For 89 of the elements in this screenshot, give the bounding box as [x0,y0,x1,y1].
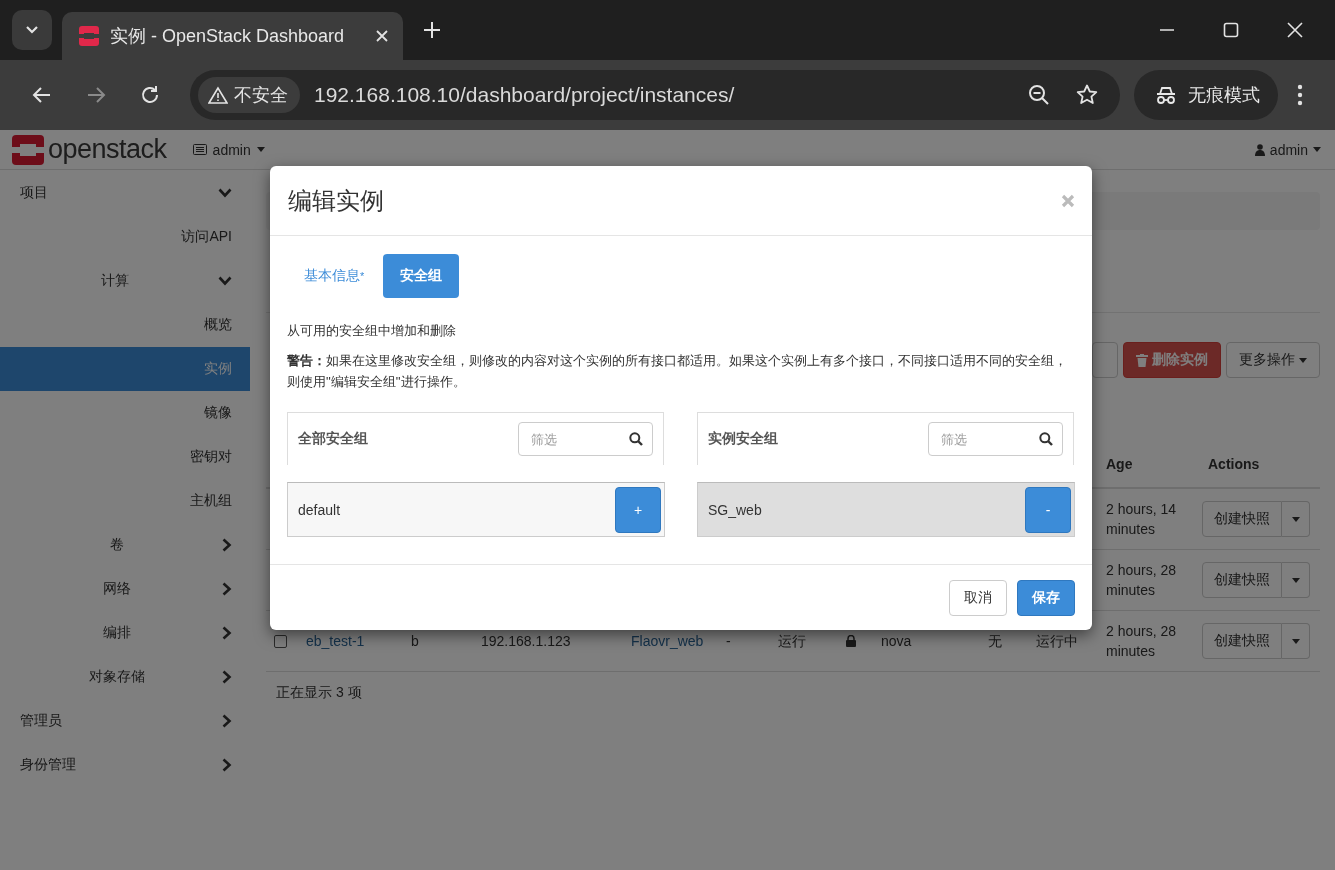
table-cell: nova [881,633,912,649]
user-icon [1254,143,1265,156]
warning-icon [208,86,228,104]
openstack-logo-icon [12,134,44,165]
chevron-down-icon [218,276,232,286]
close-icon[interactable] [1287,22,1303,38]
dropdown-toggle-button[interactable] [1282,623,1310,659]
menu-icon[interactable] [1297,84,1303,106]
create-snapshot-button[interactable]: 创建快照 [1202,623,1282,659]
nav-item[interactable]: 实例 [0,347,250,391]
nav-item[interactable]: 概览 [0,303,250,347]
security-group-row[interactable]: SG_web - [697,482,1075,537]
table-cell-text: 2 hours, 14 minutes [1106,500,1178,539]
maximize-icon[interactable] [1223,22,1239,38]
star-icon[interactable] [1076,84,1098,106]
table-cell: - [726,633,731,649]
openstack-logo-icon [78,25,100,47]
remove-button[interactable]: - [1025,486,1071,533]
nav-group[interactable]: 编排 [0,611,250,655]
reload-icon[interactable] [139,84,161,106]
user-dropdown[interactable]: admin [1254,141,1321,158]
table-cell: b [411,633,419,649]
nav-group[interactable]: 网络 [0,567,250,611]
chevron-down-icon [218,188,232,198]
table-cell: 运行 [778,633,806,649]
flavor-link[interactable]: Flaovr_web [631,633,704,649]
new-tab-icon[interactable] [423,21,441,39]
nav-group[interactable]: 卷 [0,523,250,567]
column-header: Actions [1207,454,1261,474]
table-cell: 192.168.1.123 [481,633,571,649]
save-button[interactable]: 保存 [1017,579,1075,616]
add-button[interactable]: + [615,486,661,533]
table-cell-text: 2 hours, 28 minutes [1106,561,1178,600]
nav-group[interactable]: 对象存储 [0,655,250,699]
panel-title: 实例安全组 [708,430,779,448]
column-header: Age [1105,454,1134,474]
filter-field[interactable]: 筛选 [518,422,653,456]
warning-text: 警告：如果在这里修改安全组，则修改的内容对这个实例的所有接口都适用。如果这个实例上有多个接口，不同接口适用不同的安全组，则使用"编辑安全组"进行操作。 [287,352,1068,391]
zoom-out-icon[interactable] [1028,84,1050,106]
nav-item[interactable]: 镜像 [0,391,250,435]
intro-text: 从可用的安全组中增加和删除 [287,322,457,340]
nav-item[interactable]: 主机组 [0,479,250,523]
tab[interactable]: 安全组 [383,254,460,298]
dropdown-toggle-button[interactable] [1282,562,1310,598]
nav-item[interactable]: 访问API [0,215,250,259]
panel-title: 全部安全组 [298,430,369,448]
logo-text: openstack [48,134,167,165]
close-icon[interactable] [375,29,389,43]
table-cell: 运行中 [1036,633,1078,649]
list-icon [192,144,207,155]
cancel-button[interactable]: 取消 [949,579,1007,616]
create-snapshot-button[interactable]: 创建快照 [1202,562,1282,598]
security-chip[interactable]: 不安全 [198,77,300,113]
filter-field[interactable]: 筛选 [928,422,1063,456]
modal-title: 编辑实例 [288,185,385,216]
table-cell-text: 2 hours, 28 minutes [1106,622,1178,661]
incognito-icon [1154,85,1178,105]
nav-group[interactable]: 计算 [0,259,250,303]
chevron-right-icon [222,670,232,684]
address-bar[interactable]: 不安全 192.168.108.10/dashboard/project/instances/ [190,70,1120,120]
table-cell: 无 [988,633,1002,649]
security-group-name: SG_web [708,501,763,518]
project-dropdown[interactable]: admin [192,141,265,158]
chevron-right-icon [222,582,232,596]
dropdown-toggle-button[interactable] [1282,501,1310,537]
search-icon [1039,432,1053,446]
nav-item[interactable]: 密钥对 [0,435,250,479]
security-group-name: default [298,501,342,518]
chevron-right-icon [222,714,232,728]
nav-group[interactable]: 身份管理 [0,743,250,787]
search-icon [629,432,643,446]
chevron-right-icon [222,626,232,640]
incognito-chip[interactable]: 无痕模式 [1134,70,1278,120]
browser-tab[interactable]: 实例 - OpenStack Dashboard [62,12,403,60]
delete-instance-button[interactable]: 删除实例 [1123,342,1221,378]
nav-group[interactable]: 管理员 [0,699,250,743]
security-group-row[interactable]: default + [287,482,665,537]
trash-icon [1136,353,1148,367]
chevron-down-icon [25,25,39,35]
row-checkbox[interactable] [274,634,287,648]
chevron-right-icon [222,758,232,772]
more-actions-button[interactable]: 更多操作 [1226,342,1320,378]
create-snapshot-button[interactable]: 创建快照 [1202,501,1282,537]
nav-group[interactable]: 项目 [0,171,250,215]
tab-title: 实例 - OpenStack Dashboard [110,25,346,48]
chevron-right-icon [222,538,232,552]
item-count-text: 正在显示 3 项 [275,683,363,702]
url-text: 192.168.108.10/dashboard/project/instances/ [314,83,736,107]
instance-name-link[interactable]: eb_test-1 [306,633,365,649]
